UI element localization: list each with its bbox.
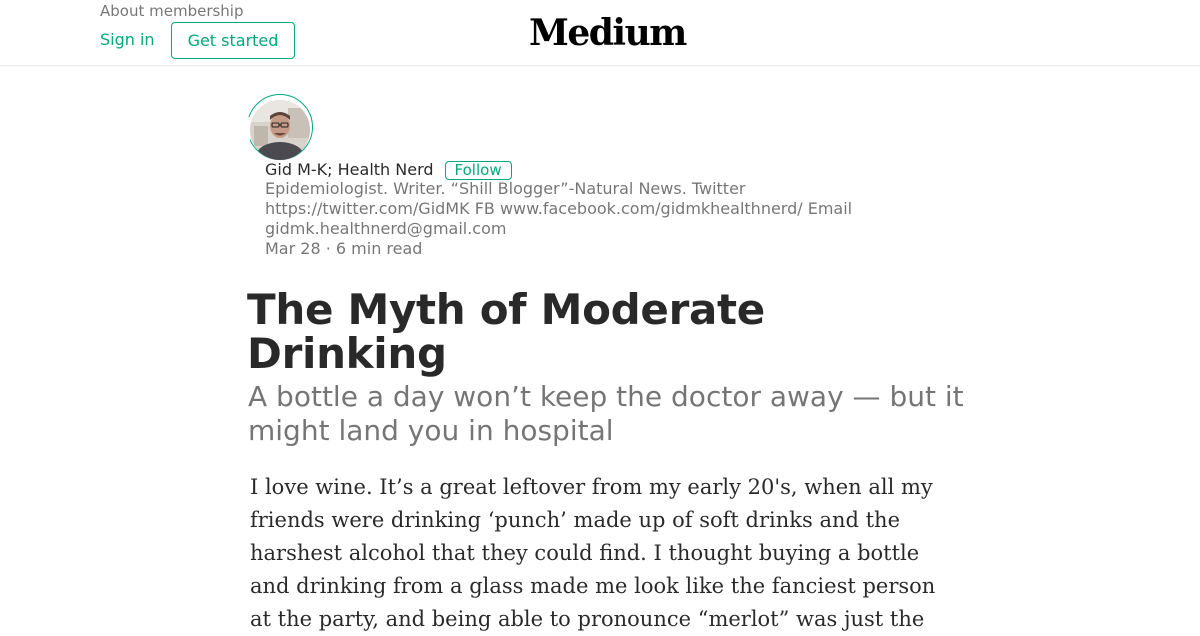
top-navigation-bar: About membership Sign in Get started Med…: [0, 0, 1200, 66]
about-membership-link[interactable]: About membership: [100, 1, 244, 21]
post-meta: Mar 28 · 6 min read: [265, 239, 423, 258]
follow-button[interactable]: Follow: [444, 160, 512, 180]
author-avatar[interactable]: [250, 100, 310, 160]
article-subtitle: A bottle a day won’t keep the doctor awa…: [248, 380, 964, 447]
author-name-link[interactable]: Gid M-K; Health Nerd: [265, 160, 434, 180]
user-avatar-photo-icon: [250, 100, 310, 160]
article-title: The Myth of Moderate Drinking: [247, 285, 765, 378]
article-paragraph: I love wine. It’s a great leftover from …: [250, 475, 936, 631]
sign-in-link[interactable]: Sign in: [100, 30, 155, 50]
author-line: Gid M-K; Health Nerd Follow: [265, 160, 512, 180]
medium-logo[interactable]: Medium: [529, 12, 687, 54]
get-started-button[interactable]: Get started: [171, 22, 295, 59]
author-bio: Epidemiologist. Writer. “Shill Blogger”-…: [265, 179, 853, 238]
